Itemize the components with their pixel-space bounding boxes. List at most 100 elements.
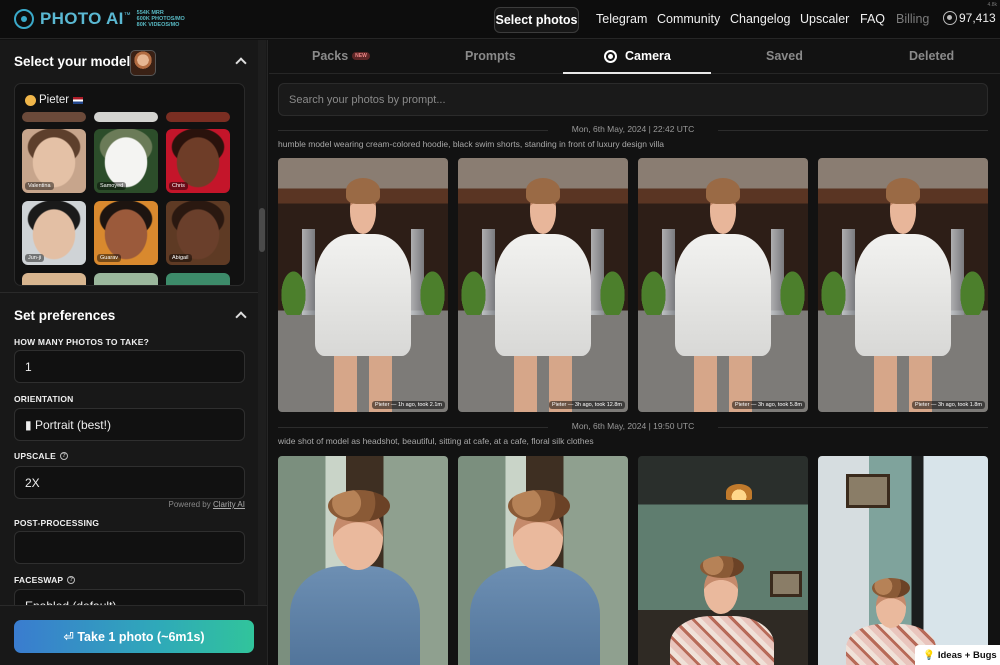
tab-packs[interactable]: Packs NEW [312,49,370,63]
model-tile[interactable]: Chris [166,129,230,193]
credits-icon [943,11,957,25]
preferences-section-title: Set preferences [14,308,116,323]
photo-thumbnail[interactable]: Pieter — 3h ago, took 12.8m [458,158,628,412]
model-tile[interactable]: Jun-ji [22,201,86,265]
upscale-select[interactable]: 2X [14,466,245,499]
logo-trademark: ™ [123,11,131,19]
nav-telegram[interactable]: Telegram [596,12,647,26]
active-tab-indicator [563,72,711,74]
tab-prompts[interactable]: Prompts [465,49,516,63]
tab-saved[interactable]: Saved [766,49,803,63]
photo-meta: Pieter — 1h ago, took 2.1m [372,401,445,409]
photo-plant [777,264,808,316]
model-section-title: Select your model [14,54,131,69]
photo-subject [315,158,411,412]
photo-frame [846,474,890,508]
main-content: Packs NEW Prompts Camera Saved Deleted M… [269,40,1000,665]
photo-meta: Pieter — 3h ago, took 5.8m [732,401,805,409]
sidebar-scrollbar-thumb[interactable] [259,208,265,252]
photo-thumbnail[interactable]: Pieter — 3h ago, took 1.8m [818,158,988,412]
top-navigation: PHOTO AI ™ 554K MRR 600K PHOTOS/MO 80K VI… [0,0,1000,39]
model-tile-label: Samoyed [97,182,127,190]
group-prompt: wide shot of model as headshot, beautifu… [278,436,594,446]
photo-subject [495,158,591,412]
clarity-ai-link[interactable]: Clarity AI [213,500,245,509]
photo-subject [290,566,420,665]
model-picker[interactable]: Pieter Valentina Samoyed Chris Jun-ji Guarav… [14,83,245,286]
model-tile[interactable] [166,273,230,285]
model-tile[interactable] [94,273,158,285]
tab-camera-label: Camera [625,49,671,63]
nav-billing[interactable]: Billing [896,12,929,26]
photo-plant [417,264,448,316]
model-tile-label: Jun-ji [25,254,45,262]
model-tile-label: Valentina [25,182,54,190]
model-tile[interactable] [94,112,158,122]
nav-changelog[interactable]: Changelog [730,12,790,26]
model-tile[interactable] [166,112,230,122]
orientation-select[interactable]: ▮ Portrait (best!) [14,408,245,441]
tab-deleted[interactable]: Deleted [909,49,954,63]
model-tile[interactable]: Samoyed [94,129,158,193]
nav-upscaler[interactable]: Upscaler [800,12,849,26]
chevron-up-icon[interactable] [235,57,247,69]
info-icon[interactable]: ? [60,452,69,460]
model-tile[interactable]: Abigail [166,201,230,265]
ideas-bugs-widget[interactable]: 💡 Ideas + Bugs [915,645,1000,665]
section-divider [0,292,258,293]
group-date: Mon, 6th May, 2024 | 19:50 UTC [571,421,695,431]
face-emoji-icon [25,94,36,106]
faceswap-label: FACESWAP [14,575,64,585]
photos-count-field[interactable]: 1 [14,350,245,383]
chevron-up-icon[interactable] [235,311,247,323]
model-tile[interactable] [22,112,86,122]
model-tile-label: Guarav [97,254,122,262]
model-tile[interactable]: Valentina [22,129,86,193]
lightbulb-icon: 💡 [923,649,935,661]
photo-plant [638,264,669,316]
sidebar-scrollbar[interactable] [258,40,266,625]
photo-thumbnail[interactable] [458,456,628,665]
model-tile[interactable] [22,273,86,285]
powered-by-prefix: Powered by [168,500,211,509]
selected-model-avatar [130,50,156,76]
netherlands-flag-icon [73,96,84,104]
photo-meta: Pieter — 3h ago, took 1.8m [912,401,985,409]
photo-lamp [726,484,752,500]
orientation-label: ORIENTATION [14,394,74,404]
photo-plant [818,264,849,316]
group-date: Mon, 6th May, 2024 | 22:42 UTC [571,124,695,134]
new-badge: NEW [352,52,370,60]
search-input[interactable] [278,83,988,116]
photo-subject [855,158,951,412]
nav-community[interactable]: Community [657,12,720,26]
photo-thumbnail[interactable]: Pieter — 3h ago, took 5.8m [638,158,808,412]
credits-counter[interactable]: 97,413 [943,11,996,25]
photo-subject-hair [508,490,570,522]
tab-camera[interactable]: Camera [604,49,671,63]
model-tile[interactable]: Guarav [94,201,158,265]
selected-model-name: Pieter [39,94,70,106]
powered-by: Powered by Clarity AI [169,500,246,509]
photo-subject-hoodie [495,234,591,357]
nav-faq[interactable]: FAQ [860,12,885,26]
photo-thumbnail[interactable] [818,456,988,665]
photo-thumbnail[interactable]: Pieter — 1h ago, took 2.1m [278,158,448,412]
logo[interactable]: PHOTO AI ™ 554K MRR 600K PHOTOS/MO 80K VI… [14,9,185,29]
stat-videos: 80K VIDEOS/MO [136,22,180,28]
photo-subject-hair [525,178,561,204]
select-photos-button[interactable]: Select photos [494,7,579,33]
photo-thumbnail[interactable] [278,456,448,665]
photo-plant [458,264,489,316]
photo-thumbnail[interactable] [638,456,808,665]
selected-model[interactable]: Pieter [25,94,84,106]
photo-meta: Pieter — 3h ago, took 12.8m [548,401,625,409]
info-icon[interactable]: ? [67,576,76,584]
photo-subject-hair [872,578,910,598]
take-photo-button[interactable]: ⏎ Take 1 photo (~6m1s) [14,620,254,653]
group-prompt: humble model wearing cream-colored hoodi… [278,139,664,149]
photo-subject-hair [885,178,921,204]
logo-stats: 554K MRR 600K PHOTOS/MO 80K VIDEOS/MO [137,10,185,28]
ideas-bugs-label: Ideas + Bugs [937,649,997,661]
postprocessing-select[interactable] [14,531,245,564]
